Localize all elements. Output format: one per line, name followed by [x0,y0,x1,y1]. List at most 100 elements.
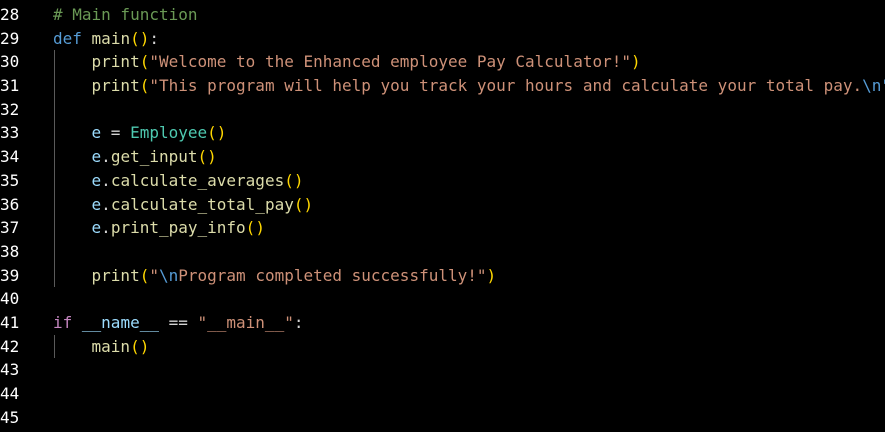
code-line-30[interactable]: 30 print("Welcome to the Enhanced employ… [0,50,885,75]
line-content[interactable]: e.calculate_averages() [53,169,304,193]
close-paren: ) [216,123,227,143]
line-number: 45 [0,407,20,427]
code-line-39[interactable]: 39 print("\nProgram completed successful… [0,263,885,288]
code-line-42[interactable]: 42 main() [0,334,885,359]
line-number: 33 [0,123,20,143]
dot: . [101,170,111,190]
open-paren: ( [197,147,208,167]
line-number: 30 [0,52,20,72]
close-paren: ) [207,147,217,167]
line-number: 42 [0,336,20,356]
dot: . [101,194,111,214]
variable: __name__ [81,312,159,332]
variable: e [91,194,102,214]
line-number: 35 [0,170,20,190]
line-content[interactable]: e.get_input() [53,145,217,169]
open-paren: ( [207,123,217,143]
escape-sequence: \n [158,265,179,285]
line-number: 44 [0,384,20,403]
code-line-41[interactable]: 41 if __name__ == "__main__": [0,311,885,335]
indent-guide [54,239,55,264]
string-literal: Program completed successfully!" [178,265,487,285]
keyword-def: def [53,28,82,48]
code-line-35[interactable]: 35 e.calculate_averages() [0,168,885,193]
method-call: get_input [110,147,198,167]
line-number: 29 [0,28,20,48]
code-editor[interactable]: 28 # Main function 29 def main(): 30 pri… [0,0,885,432]
code-line-32[interactable]: 32 [0,97,885,122]
code-line-40[interactable]: 40 [0,287,885,311]
string-quote: " [149,265,159,285]
code-line-34[interactable]: 34 e.get_input() [0,145,885,169]
code-line-33[interactable]: 33 e = Employee() [0,121,885,146]
variable: e [91,123,102,143]
method-call: calculate_total_pay [110,194,294,214]
line-content[interactable]: main() [53,335,150,359]
close-paren: ) [630,52,641,72]
code-line-28[interactable]: 28 # Main function [0,3,885,27]
open-paren: ( [139,52,150,72]
function-name: main [91,28,131,48]
function-call: print [91,265,140,285]
escape-sequence: \n" [862,76,885,96]
function-call: print [91,76,140,96]
line-number: 36 [0,194,20,214]
variable: e [91,170,102,190]
variable: e [91,218,102,238]
dot: . [101,147,111,167]
open-paren: ( [139,76,150,96]
line-content[interactable]: e = Employee() [53,121,227,145]
colon: : [293,312,304,332]
code-line-37[interactable]: 37 e.print_pay_info() [0,216,885,240]
indent-guide [54,97,55,122]
code-line-36[interactable]: 36 e.calculate_total_pay() [0,192,885,217]
line-content[interactable]: if __name__ == "__main__": [53,311,303,335]
class-name: Employee [130,123,208,143]
open-paren: ( [130,336,140,356]
string-literal: "__main__" [197,312,294,332]
line-content[interactable]: print("This program will help you track … [53,74,885,98]
assign-operator: = [101,123,131,143]
function-call: main [91,336,131,356]
line-number: 41 [0,312,20,332]
line-content[interactable]: e.print_pay_info() [53,216,265,240]
close-paren: ) [486,265,497,285]
open-paren: ( [284,170,294,190]
line-content[interactable]: def main(): [53,27,159,51]
line-number: 31 [0,76,20,96]
close-paren: ) [303,194,314,214]
line-content[interactable]: # Main function [53,3,198,27]
close-paren: ) [293,170,304,190]
open-paren: ( [130,28,140,48]
code-line-29[interactable]: 29 def main(): [0,27,885,51]
line-number: 28 [0,5,20,24]
line-content[interactable]: e.calculate_total_pay() [53,193,314,217]
code-line-45[interactable]: 45 [0,406,885,430]
line-number: 38 [0,241,20,261]
open-paren: ( [245,218,256,238]
code-line-43[interactable]: 43 [0,358,885,382]
comment: # Main function [53,5,198,24]
code-line-38[interactable]: 38 [0,239,885,264]
code-line-44[interactable]: 44 [0,382,885,406]
line-content[interactable]: print("Welcome to the Enhanced employee … [53,50,641,74]
line-content[interactable]: print("\nProgram completed successfully!… [53,264,497,288]
colon: : [149,28,159,48]
line-number: 34 [0,147,20,167]
line-number: 32 [0,99,20,119]
keyword-if: if [53,312,73,332]
string-literal: "Welcome to the Enhanced employee Pay Ca… [149,52,631,72]
method-call: calculate_averages [110,170,285,190]
function-call: print [91,52,140,72]
code-line-31[interactable]: 31 print("This program will help you tra… [0,74,885,98]
dot: . [101,218,111,238]
